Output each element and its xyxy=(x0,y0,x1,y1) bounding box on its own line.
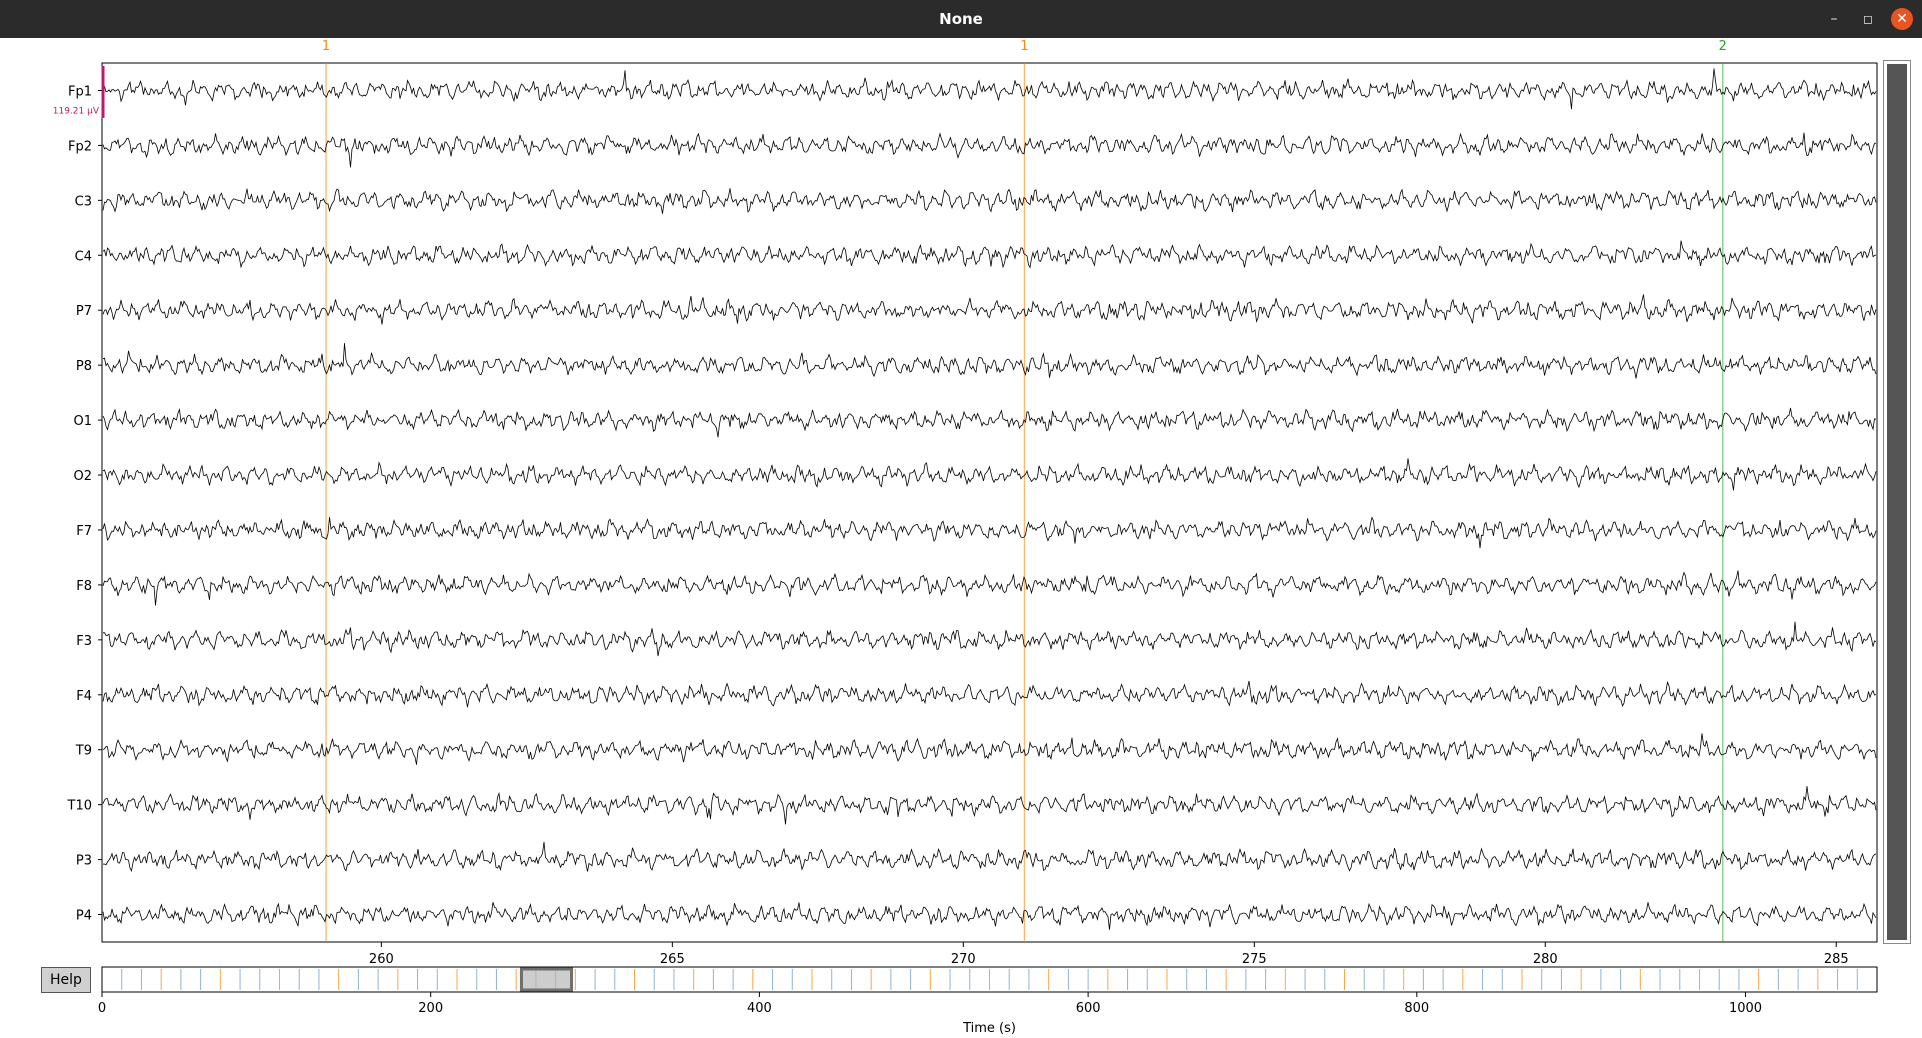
channel-label: C4 xyxy=(75,249,92,264)
overview-x-axis-label: Time (s) xyxy=(962,1021,1016,1036)
channel-label: F8 xyxy=(76,579,92,594)
channel-label: Fp1 xyxy=(68,84,92,99)
channel-label: T9 xyxy=(75,744,92,759)
close-button[interactable]: ✕ xyxy=(1891,8,1913,30)
channel-label: Fp2 xyxy=(68,139,92,154)
help-button[interactable]: Help xyxy=(41,967,91,993)
channel-label: P4 xyxy=(76,909,92,924)
x-tick-label: 275 xyxy=(1242,952,1267,967)
channel-label: F3 xyxy=(76,634,92,649)
channel-label: T10 xyxy=(67,799,92,814)
channel-label: P7 xyxy=(76,304,92,319)
maximize-button[interactable]: ◻ xyxy=(1857,8,1879,30)
x-tick-label: 280 xyxy=(1533,952,1558,967)
overview-x-tick-label: 200 xyxy=(418,1001,443,1016)
channel-label: P3 xyxy=(76,854,92,869)
overview-x-tick-label: 400 xyxy=(747,1001,772,1016)
minimize-button[interactable]: – xyxy=(1823,8,1845,30)
channel-label: C3 xyxy=(75,194,92,209)
event-label: 2 xyxy=(1719,39,1727,54)
eeg-figure: 1 1 2 Fp1 Fp2 C3 C4 P7 P8 O1 O2 F7 F8 F3 F4 T9 T10 P3 P4 11… xyxy=(53,39,1878,1036)
channel-scrollbar-thumb[interactable] xyxy=(1887,64,1907,940)
channel-label: O1 xyxy=(73,414,92,429)
x-tick-label: 265 xyxy=(660,952,685,967)
channel-label: F7 xyxy=(76,524,92,539)
channel-label: F4 xyxy=(76,689,92,704)
x-tick-label: 270 xyxy=(951,952,976,967)
title-bar: None – ◻ ✕ xyxy=(0,0,1922,38)
window-title: None xyxy=(939,10,983,28)
overview-x-tick-label: 600 xyxy=(1076,1001,1101,1016)
overview-x-tick-label: 0 xyxy=(98,1001,106,1016)
event-label: 1 xyxy=(1020,39,1028,54)
overview-x-tick-label: 800 xyxy=(1404,1001,1429,1016)
x-tick-label: 285 xyxy=(1824,952,1849,967)
x-tick-label: 260 xyxy=(369,952,394,967)
event-label: 1 xyxy=(322,39,330,54)
channel-label: O2 xyxy=(73,469,92,484)
scale-bar-label: 119.21 µV xyxy=(53,107,100,117)
overview-view-window xyxy=(519,967,574,992)
channel-label: P8 xyxy=(76,359,92,374)
overview-x-tick-label: 1000 xyxy=(1729,1001,1762,1016)
channel-scrollbar[interactable] xyxy=(1883,60,1911,944)
